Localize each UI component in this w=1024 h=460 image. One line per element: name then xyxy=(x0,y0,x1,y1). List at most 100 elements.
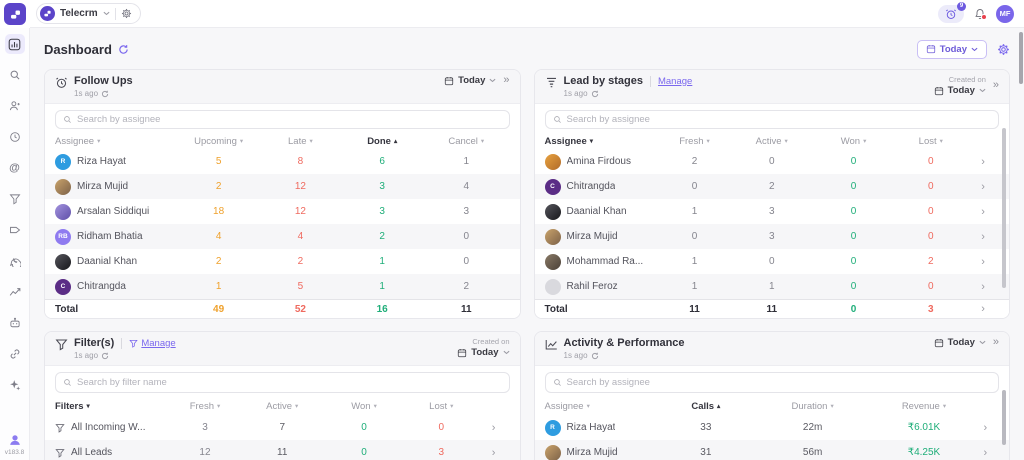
table-row[interactable]: RRiza Hayat 5 8 6 1 xyxy=(45,149,520,174)
search-icon xyxy=(63,378,72,387)
manage-filters-link[interactable]: Manage xyxy=(129,338,175,349)
table-row[interactable]: Rahil Feroz 1 1 0 0 › xyxy=(535,274,1010,299)
column-fresh[interactable]: Fresh▾ xyxy=(169,401,242,412)
telecrm-logo-icon xyxy=(4,3,26,25)
table-row[interactable]: CChitrangda 0 2 0 0 › xyxy=(535,174,1010,199)
sidebar-item-search[interactable] xyxy=(5,65,25,85)
column-calls[interactable]: Calls▴ xyxy=(663,401,749,412)
column-won[interactable]: Won▾ xyxy=(813,136,895,147)
sidebar-item-ai[interactable] xyxy=(5,375,25,395)
reminders-button[interactable]: 9 xyxy=(938,5,964,23)
column-assignee[interactable]: Assignee▾ xyxy=(545,401,663,412)
column-active[interactable]: Active▾ xyxy=(241,401,323,412)
row-chevron-icon[interactable]: › xyxy=(972,422,999,434)
column-assignee[interactable]: Assignee▾ xyxy=(55,136,178,147)
avatar xyxy=(55,179,71,195)
refresh-icon[interactable] xyxy=(118,44,129,55)
refresh-icon[interactable] xyxy=(101,90,109,98)
workspace-settings-icon[interactable] xyxy=(121,8,132,19)
user-avatar[interactable]: MF xyxy=(996,5,1014,23)
sidebar-item-automation[interactable] xyxy=(5,313,25,333)
avatar xyxy=(545,279,561,295)
column-lost[interactable]: Lost▾ xyxy=(894,136,967,147)
expand-panel-icon[interactable]: » xyxy=(993,337,999,348)
table-row[interactable]: Mirza Mujid 0 3 0 0 › xyxy=(535,224,1010,249)
search-input[interactable] xyxy=(77,114,502,125)
column-cancel[interactable]: Cancel▾ xyxy=(423,136,509,147)
panel-date-filter[interactable]: Today xyxy=(457,347,509,358)
row-chevron-icon[interactable]: › xyxy=(967,231,999,243)
row-chevron-icon[interactable]: › xyxy=(967,156,999,168)
sidebar-item-whatsapp[interactable] xyxy=(5,251,25,271)
table-row[interactable]: All Leads 12 11 0 3 › xyxy=(45,440,520,460)
page-date-filter-button[interactable]: Today xyxy=(917,40,987,59)
table-row[interactable]: CChitrangda 1 5 1 2 xyxy=(45,274,520,299)
expand-panel-icon[interactable]: » xyxy=(503,75,509,86)
table-row[interactable]: Mirza Mujid 2 12 3 4 xyxy=(45,174,520,199)
column-assignee[interactable]: Assignee▾ xyxy=(545,136,659,147)
workspace-switcher[interactable]: Telecrm xyxy=(36,3,141,24)
manage-stages-link[interactable]: Manage xyxy=(658,76,692,87)
panel-date-filter[interactable]: Today xyxy=(444,75,496,86)
table-row[interactable]: All Incoming W... 3 7 0 0 › xyxy=(45,415,520,440)
column-late[interactable]: Late▾ xyxy=(260,136,342,147)
alarm-clock-icon xyxy=(55,76,68,89)
page-title: Dashboard xyxy=(44,42,112,57)
table-row[interactable]: Arsalan Siddiqui 18 12 3 3 xyxy=(45,199,520,224)
table-row[interactable]: Mohammad Ra... 1 0 0 2 › xyxy=(535,249,1010,274)
expand-panel-icon[interactable]: » xyxy=(993,80,999,91)
sidebar-item-recent[interactable] xyxy=(5,127,25,147)
sidebar-item-integrations[interactable] xyxy=(5,344,25,364)
clock-icon xyxy=(9,131,21,143)
row-chevron-icon[interactable]: › xyxy=(967,303,999,315)
table-row[interactable]: Daanial Khan 1 3 0 0 › xyxy=(535,199,1010,224)
panel-date-filter[interactable]: Today xyxy=(934,85,986,96)
row-chevron-icon[interactable]: › xyxy=(967,256,999,268)
sidebar-item-analytics[interactable] xyxy=(5,282,25,302)
divider xyxy=(121,338,122,349)
column-active[interactable]: Active▾ xyxy=(731,136,813,147)
row-chevron-icon[interactable]: › xyxy=(972,447,999,459)
funnel-icon xyxy=(129,339,138,348)
sidebar-item-dashboard[interactable] xyxy=(5,34,25,54)
sidebar-item-filters[interactable] xyxy=(5,189,25,209)
page-scrollbar[interactable] xyxy=(1019,32,1023,84)
sidebar-item-tags[interactable] xyxy=(5,220,25,240)
avatar xyxy=(545,254,561,270)
column-won[interactable]: Won▾ xyxy=(323,401,405,412)
panel-scrollbar[interactable] xyxy=(1002,390,1006,445)
table-row[interactable]: Mirza Mujid 31 56m ₹4.25K › xyxy=(535,440,1010,460)
row-chevron-icon[interactable]: › xyxy=(967,181,999,193)
refresh-icon[interactable] xyxy=(101,352,109,360)
row-chevron-icon[interactable]: › xyxy=(967,281,999,293)
panel-scrollbar[interactable] xyxy=(1002,128,1006,288)
sidebar-item-mentions[interactable]: @ xyxy=(5,158,25,178)
support-agent-icon[interactable] xyxy=(8,433,22,447)
row-chevron-icon[interactable]: › xyxy=(478,447,510,459)
table-row[interactable]: RBRidham Bhatia 4 4 2 0 xyxy=(45,224,520,249)
top-bar: Telecrm 9 MF xyxy=(30,0,1024,28)
column-fresh[interactable]: Fresh▾ xyxy=(658,136,731,147)
notifications-button[interactable] xyxy=(974,8,986,20)
brand-logo[interactable] xyxy=(0,0,30,28)
column-done[interactable]: Done▴ xyxy=(341,136,423,147)
search-input[interactable] xyxy=(567,377,992,388)
refresh-icon[interactable] xyxy=(591,352,599,360)
panel-date-filter[interactable]: Today xyxy=(934,337,986,348)
column-duration[interactable]: Duration▾ xyxy=(749,401,876,412)
dashboard-settings-icon[interactable] xyxy=(997,43,1010,56)
calendar-icon xyxy=(934,86,944,96)
column-revenue[interactable]: Revenue▾ xyxy=(876,401,971,412)
table-row[interactable]: RRiza Hayat 33 22m ₹6.01K › xyxy=(535,415,1010,440)
row-chevron-icon[interactable]: › xyxy=(967,206,999,218)
search-input[interactable] xyxy=(567,114,992,125)
column-lost[interactable]: Lost▾ xyxy=(405,401,478,412)
refresh-icon[interactable] xyxy=(591,90,599,98)
search-input[interactable] xyxy=(77,377,502,388)
table-row[interactable]: Daanial Khan 2 2 1 0 xyxy=(45,249,520,274)
column-filters[interactable]: Filters▾ xyxy=(55,401,169,412)
row-chevron-icon[interactable]: › xyxy=(478,422,510,434)
sidebar-item-add-user[interactable] xyxy=(5,96,25,116)
table-row[interactable]: Amina Firdous 2 0 0 0 › xyxy=(535,149,1010,174)
column-upcoming[interactable]: Upcoming▾ xyxy=(178,136,260,147)
